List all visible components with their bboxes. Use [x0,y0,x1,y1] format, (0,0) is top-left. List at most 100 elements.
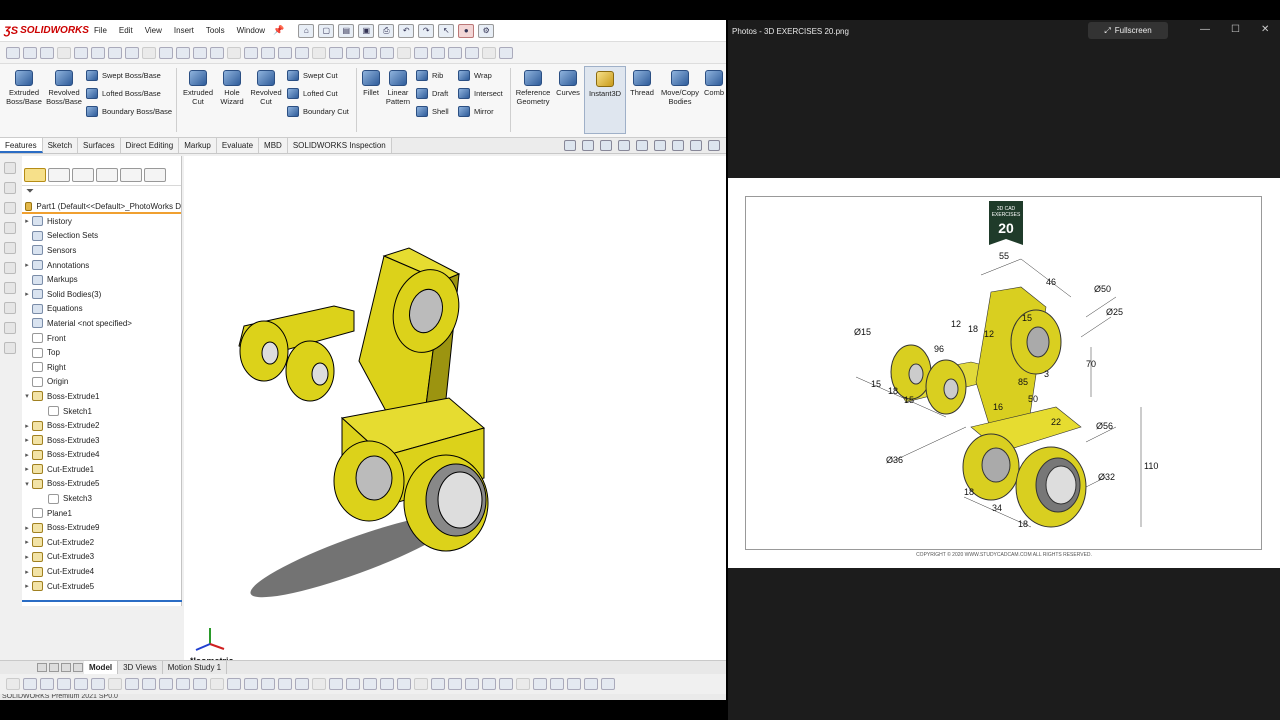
display-manager-tab-icon[interactable] [120,168,142,182]
close-icon[interactable]: ✕ [1261,24,1269,35]
toolbar-tool-icon[interactable] [312,46,326,59]
bottom-tool-icon[interactable] [465,678,479,690]
rib-button[interactable]: Rib [416,68,443,82]
display-style-icon[interactable] [672,140,684,151]
sketch-tool-icon[interactable] [4,242,16,254]
tree-node[interactable]: Front [22,331,181,346]
bottom-tool-icon[interactable] [499,678,513,690]
extruded-boss-button[interactable]: Extruded Boss/Base [4,66,44,106]
tree-node[interactable]: ▸ Boss-Extrude3 [22,433,181,448]
bottom-tool-icon[interactable] [363,678,377,690]
toolbar-tool-icon[interactable] [295,46,309,59]
tree-node[interactable]: Plane1 [22,506,181,521]
intersect-button[interactable]: Intersect [458,86,503,100]
section-view-icon[interactable] [618,140,630,151]
tab-surfaces[interactable]: Surfaces [78,138,121,153]
tree-node[interactable]: Selection Sets [22,229,181,244]
toolbar-tool-icon[interactable] [363,46,377,59]
bottom-tool-icon[interactable] [431,678,445,690]
expand-arrow-icon[interactable]: ▾ [22,392,32,400]
sketch-tool-icon[interactable] [4,302,16,314]
expand-arrow-icon[interactable]: ▸ [22,553,32,561]
linear-pattern-button[interactable]: Linear Pattern [384,66,412,106]
bottom-tool-icon[interactable] [584,678,598,690]
more-tabs-icon[interactable] [144,168,166,182]
tree-node[interactable]: ▸ Cut-Extrude1 [22,462,181,477]
swept-cut-button[interactable]: Swept Cut [287,68,338,82]
lofted-cut-button[interactable]: Lofted Cut [287,86,338,100]
bottom-tool-icon[interactable] [533,678,547,690]
view-orientation-icon[interactable] [654,140,666,151]
toolbar-tool-icon[interactable] [278,46,292,59]
bottom-tool-icon[interactable] [74,678,88,690]
tree-node[interactable]: Markups [22,272,181,287]
bottom-tool-icon[interactable] [210,678,224,690]
bottom-tool-icon[interactable] [397,678,411,690]
toolbar-tool-icon[interactable] [159,46,173,59]
tab-mbd[interactable]: MBD [259,138,288,153]
menu-view[interactable]: View [139,26,168,35]
save-icon[interactable]: ▣ [358,23,375,38]
bottom-tool-icon[interactable] [193,678,207,690]
sketch-tool-icon[interactable] [4,162,16,174]
toolbar-tool-icon[interactable] [329,46,343,59]
expand-arrow-icon[interactable]: ▸ [22,538,32,546]
expand-arrow-icon[interactable]: ▸ [22,217,32,225]
toolbar-tool-icon[interactable] [499,46,513,59]
configuration-manager-tab-icon[interactable] [72,168,94,182]
tree-node[interactable]: ▸ History [22,214,181,229]
tree-node[interactable]: ▸ Cut-Extrude4 [22,564,181,579]
bottom-tool-icon[interactable] [278,678,292,690]
pin-icon[interactable]: 📌 [273,25,284,36]
toolbar-tool-icon[interactable] [448,46,462,59]
sketch-tool-icon[interactable] [4,342,16,354]
expand-arrow-icon[interactable]: ▾ [22,480,32,488]
bottom-tool-icon[interactable] [329,678,343,690]
bottom-tool-icon[interactable] [482,678,496,690]
expand-arrow-icon[interactable]: ▸ [22,524,32,532]
bottom-tool-icon[interactable] [516,678,530,690]
tree-node[interactable]: ▸ Cut-Extrude5 [22,579,181,594]
expand-arrow-icon[interactable]: ▸ [22,568,32,576]
expand-arrow-icon[interactable]: ▸ [22,451,32,459]
filter-icon[interactable]: ⏷ [22,186,181,200]
tree-node[interactable]: ▸ Cut-Extrude3 [22,550,181,565]
previous-view-icon[interactable] [600,140,612,151]
home-icon[interactable]: ⌂ [298,23,315,38]
tab-evaluate[interactable]: Evaluate [216,138,260,153]
expand-arrow-icon[interactable]: ▸ [22,290,32,298]
tree-node[interactable]: ▸ Annotations [22,258,181,273]
fillet-button[interactable]: Fillet [358,66,384,97]
tree-node[interactable]: Top [22,345,181,360]
expand-arrow-icon[interactable]: ▸ [22,422,32,430]
curves-button[interactable]: Curves [554,66,582,97]
toolbar-tool-icon[interactable] [346,46,360,59]
tree-node[interactable]: Sketch1 [22,404,181,419]
expand-arrow-icon[interactable]: ▸ [22,465,32,473]
menu-file[interactable]: File [88,26,113,35]
appearance-icon[interactable] [708,140,720,151]
bottom-tool-icon[interactable] [567,678,581,690]
menu-window[interactable]: Window [231,26,271,35]
tab-motion-study-1[interactable]: Motion Study 1 [163,661,228,674]
previous-tab-icon[interactable] [49,663,59,672]
tree-node[interactable]: Sensors [22,243,181,258]
open-icon[interactable]: ▤ [338,23,355,38]
property-manager-tab-icon[interactable] [48,168,70,182]
bottom-tool-icon[interactable] [108,678,122,690]
toolbar-tool-icon[interactable] [23,46,37,59]
maximize-icon[interactable]: ☐ [1231,24,1240,35]
sketch-tool-icon[interactable] [4,182,16,194]
bottom-tool-icon[interactable] [414,678,428,690]
options-icon[interactable]: ⚙ [478,23,495,38]
select-icon[interactable]: ↖ [438,23,455,38]
tree-node[interactable]: ▾ Boss-Extrude1 [22,389,181,404]
bottom-tool-icon[interactable] [176,678,190,690]
toolbar-tool-icon[interactable] [193,46,207,59]
sketch-tool-icon[interactable] [4,222,16,234]
toolbar-tool-icon[interactable] [482,46,496,59]
toolbar-tool-icon[interactable] [414,46,428,59]
toolbar-tool-icon[interactable] [380,46,394,59]
revolved-cut-button[interactable]: Revolved Cut [246,66,286,106]
tree-node[interactable]: ▾ Boss-Extrude5 [22,477,181,492]
